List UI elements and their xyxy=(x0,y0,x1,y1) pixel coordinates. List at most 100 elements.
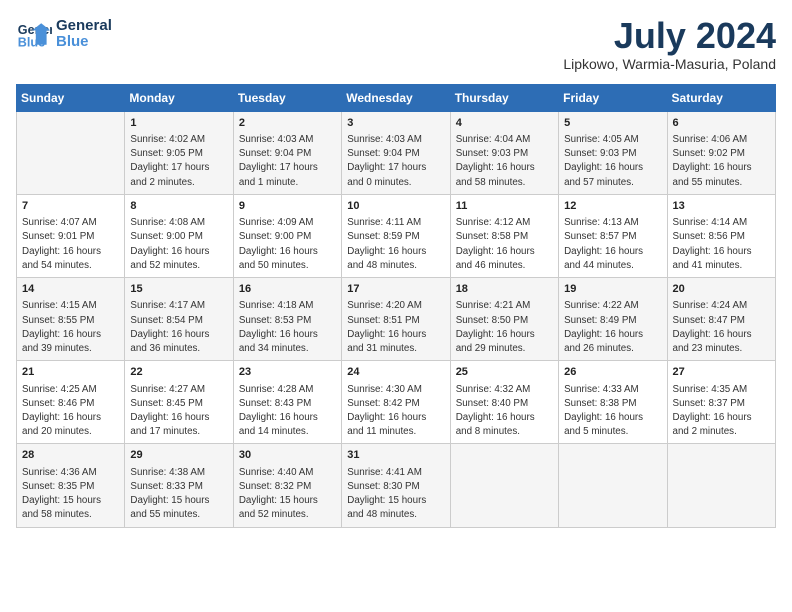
day-number: 3 xyxy=(347,116,444,131)
calendar-cell: 12 Sunrise: 4:13 AM Sunset: 8:57 PM Dayli… xyxy=(559,194,667,277)
calendar-cell: 28Sunrise: 4:36 AM Sunset: 8:35 PM Dayli… xyxy=(17,444,125,527)
cell-content: Sunrise: 4:07 AM Sunset: 9:01 PM Dayligh… xyxy=(22,216,119,273)
day-number: 31 xyxy=(347,448,444,463)
day-number: 16 xyxy=(239,282,336,297)
day-number: 2 xyxy=(239,116,336,131)
calendar-cell xyxy=(17,111,125,194)
cell-content: Sunrise: 4:24 AM Sunset: 8:47 PM Dayligh… xyxy=(673,299,770,356)
day-number: 6 xyxy=(673,116,770,131)
calendar-cell: 3 Sunrise: 4:03 AM Sunset: 9:04 PM Daylig… xyxy=(342,111,450,194)
day-number: 12 xyxy=(564,199,661,214)
calendar-cell: 22 Sunrise: 4:27 AM Sunset: 8:45 PM Dayli… xyxy=(125,361,233,444)
logo-icon: General Blue xyxy=(16,16,52,52)
cell-content: Sunrise: 4:36 AM Sunset: 8:35 PM Dayligh… xyxy=(22,466,119,523)
calendar-cell: 21Sunrise: 4:25 AM Sunset: 8:46 PM Dayli… xyxy=(17,361,125,444)
day-number: 17 xyxy=(347,282,444,297)
cell-content: Sunrise: 4:09 AM Sunset: 9:00 PM Dayligh… xyxy=(239,216,336,273)
day-number: 9 xyxy=(239,199,336,214)
cell-content: Sunrise: 4:30 AM Sunset: 8:42 PM Dayligh… xyxy=(347,383,444,440)
calendar-cell: 7Sunrise: 4:07 AM Sunset: 9:01 PM Daylig… xyxy=(17,194,125,277)
cell-content: Sunrise: 4:28 AM Sunset: 8:43 PM Dayligh… xyxy=(239,383,336,440)
calendar-cell: 17 Sunrise: 4:20 AM Sunset: 8:51 PM Dayli… xyxy=(342,278,450,361)
calendar-cell xyxy=(667,444,775,527)
calendar-table: SundayMondayTuesdayWednesdayThursdayFrid… xyxy=(16,84,776,528)
cell-content: Sunrise: 4:20 AM Sunset: 8:51 PM Dayligh… xyxy=(347,299,444,356)
cell-content: Sunrise: 4:17 AM Sunset: 8:54 PM Dayligh… xyxy=(130,299,227,356)
cell-content: Sunrise: 4:12 AM Sunset: 8:58 PM Dayligh… xyxy=(456,216,553,273)
cell-content: Sunrise: 4:14 AM Sunset: 8:56 PM Dayligh… xyxy=(673,216,770,273)
calendar-cell: 5 Sunrise: 4:05 AM Sunset: 9:03 PM Daylig… xyxy=(559,111,667,194)
col-header-thursday: Thursday xyxy=(450,84,558,111)
col-header-monday: Monday xyxy=(125,84,233,111)
cell-content: Sunrise: 4:08 AM Sunset: 9:00 PM Dayligh… xyxy=(130,216,227,273)
day-number: 22 xyxy=(130,365,227,380)
day-number: 8 xyxy=(130,199,227,214)
title-block: July 2024 Lipkowo, Warmia-Masuria, Polan… xyxy=(563,16,776,72)
location: Lipkowo, Warmia-Masuria, Poland xyxy=(563,56,776,72)
cell-content: Sunrise: 4:05 AM Sunset: 9:03 PM Dayligh… xyxy=(564,133,661,190)
calendar-cell xyxy=(450,444,558,527)
day-number: 29 xyxy=(130,448,227,463)
day-number: 30 xyxy=(239,448,336,463)
cell-content: Sunrise: 4:40 AM Sunset: 8:32 PM Dayligh… xyxy=(239,466,336,523)
col-header-saturday: Saturday xyxy=(667,84,775,111)
calendar-cell: 19Sunrise: 4:22 AM Sunset: 8:49 PM Dayli… xyxy=(559,278,667,361)
day-number: 27 xyxy=(673,365,770,380)
calendar-cell: 30 Sunrise: 4:40 AM Sunset: 8:32 PM Dayli… xyxy=(233,444,341,527)
day-number: 15 xyxy=(130,282,227,297)
cell-content: Sunrise: 4:27 AM Sunset: 8:45 PM Dayligh… xyxy=(130,383,227,440)
cell-content: Sunrise: 4:25 AM Sunset: 8:46 PM Dayligh… xyxy=(22,383,119,440)
day-number: 5 xyxy=(564,116,661,131)
cell-content: Sunrise: 4:32 AM Sunset: 8:40 PM Dayligh… xyxy=(456,383,553,440)
week-row-2: 7Sunrise: 4:07 AM Sunset: 9:01 PM Daylig… xyxy=(17,194,776,277)
week-row-4: 21Sunrise: 4:25 AM Sunset: 8:46 PM Dayli… xyxy=(17,361,776,444)
calendar-cell: 15 Sunrise: 4:17 AM Sunset: 8:54 PM Dayli… xyxy=(125,278,233,361)
day-number: 24 xyxy=(347,365,444,380)
header-row: SundayMondayTuesdayWednesdayThursdayFrid… xyxy=(17,84,776,111)
cell-content: Sunrise: 4:15 AM Sunset: 8:55 PM Dayligh… xyxy=(22,299,119,356)
calendar-cell: 1 Sunrise: 4:02 AM Sunset: 9:05 PM Daylig… xyxy=(125,111,233,194)
cell-content: Sunrise: 4:41 AM Sunset: 8:30 PM Dayligh… xyxy=(347,466,444,523)
calendar-cell: 26Sunrise: 4:33 AM Sunset: 8:38 PM Dayli… xyxy=(559,361,667,444)
day-number: 23 xyxy=(239,365,336,380)
cell-content: Sunrise: 4:03 AM Sunset: 9:04 PM Dayligh… xyxy=(347,133,444,190)
calendar-cell: 4 Sunrise: 4:04 AM Sunset: 9:03 PM Daylig… xyxy=(450,111,558,194)
calendar-cell: 23 Sunrise: 4:28 AM Sunset: 8:43 PM Dayli… xyxy=(233,361,341,444)
calendar-cell: 13Sunrise: 4:14 AM Sunset: 8:56 PM Dayli… xyxy=(667,194,775,277)
page-header: General Blue General Blue July 2024 Lipk… xyxy=(16,16,776,72)
calendar-cell: 25Sunrise: 4:32 AM Sunset: 8:40 PM Dayli… xyxy=(450,361,558,444)
cell-content: Sunrise: 4:21 AM Sunset: 8:50 PM Dayligh… xyxy=(456,299,553,356)
col-header-friday: Friday xyxy=(559,84,667,111)
calendar-cell: 16Sunrise: 4:18 AM Sunset: 8:53 PM Dayli… xyxy=(233,278,341,361)
day-number: 1 xyxy=(130,116,227,131)
cell-content: Sunrise: 4:04 AM Sunset: 9:03 PM Dayligh… xyxy=(456,133,553,190)
day-number: 18 xyxy=(456,282,553,297)
day-number: 26 xyxy=(564,365,661,380)
col-header-tuesday: Tuesday xyxy=(233,84,341,111)
calendar-cell: 10 Sunrise: 4:11 AM Sunset: 8:59 PM Dayli… xyxy=(342,194,450,277)
cell-content: Sunrise: 4:03 AM Sunset: 9:04 PM Dayligh… xyxy=(239,133,336,190)
calendar-cell: 20Sunrise: 4:24 AM Sunset: 8:47 PM Dayli… xyxy=(667,278,775,361)
week-row-5: 28Sunrise: 4:36 AM Sunset: 8:35 PM Dayli… xyxy=(17,444,776,527)
logo-general: General xyxy=(56,18,112,35)
calendar-cell xyxy=(559,444,667,527)
day-number: 10 xyxy=(347,199,444,214)
calendar-cell: 18 Sunrise: 4:21 AM Sunset: 8:50 PM Dayli… xyxy=(450,278,558,361)
cell-content: Sunrise: 4:22 AM Sunset: 8:49 PM Dayligh… xyxy=(564,299,661,356)
calendar-cell: 14Sunrise: 4:15 AM Sunset: 8:55 PM Dayli… xyxy=(17,278,125,361)
logo-blue: Blue xyxy=(56,34,112,51)
cell-content: Sunrise: 4:06 AM Sunset: 9:02 PM Dayligh… xyxy=(673,133,770,190)
week-row-3: 14Sunrise: 4:15 AM Sunset: 8:55 PM Dayli… xyxy=(17,278,776,361)
cell-content: Sunrise: 4:02 AM Sunset: 9:05 PM Dayligh… xyxy=(130,133,227,190)
day-number: 4 xyxy=(456,116,553,131)
col-header-wednesday: Wednesday xyxy=(342,84,450,111)
logo: General Blue General Blue xyxy=(16,16,112,52)
calendar-cell: 8 Sunrise: 4:08 AM Sunset: 9:00 PM Daylig… xyxy=(125,194,233,277)
cell-content: Sunrise: 4:38 AM Sunset: 8:33 PM Dayligh… xyxy=(130,466,227,523)
week-row-1: 1 Sunrise: 4:02 AM Sunset: 9:05 PM Daylig… xyxy=(17,111,776,194)
cell-content: Sunrise: 4:13 AM Sunset: 8:57 PM Dayligh… xyxy=(564,216,661,273)
calendar-cell: 27Sunrise: 4:35 AM Sunset: 8:37 PM Dayli… xyxy=(667,361,775,444)
calendar-cell: 31 Sunrise: 4:41 AM Sunset: 8:30 PM Dayli… xyxy=(342,444,450,527)
month-title: July 2024 xyxy=(563,16,776,56)
cell-content: Sunrise: 4:11 AM Sunset: 8:59 PM Dayligh… xyxy=(347,216,444,273)
